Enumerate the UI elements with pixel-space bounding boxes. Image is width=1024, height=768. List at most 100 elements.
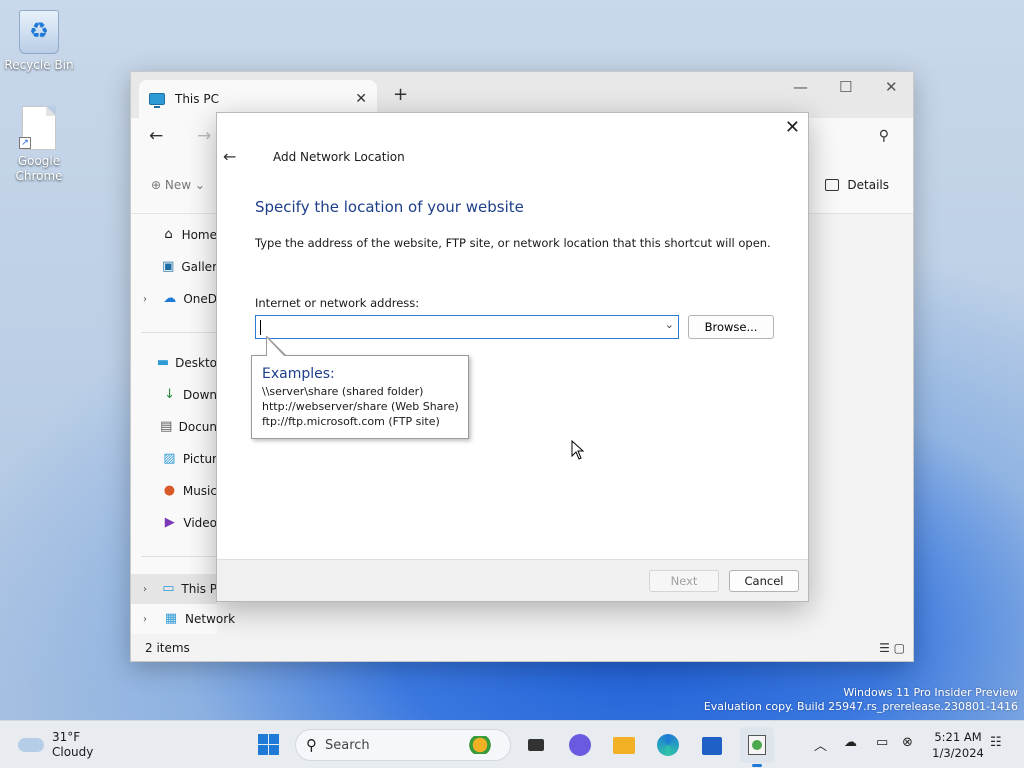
- cancel-button[interactable]: Cancel: [729, 570, 799, 592]
- tooltip-example-shared-folder: \\server\share (shared folder): [262, 385, 424, 398]
- sidebar-item-label: Home: [181, 228, 217, 242]
- active-app-indicator: [752, 764, 762, 767]
- video-icon: ▶: [164, 515, 175, 530]
- volume-muted-icon[interactable]: ⊗: [902, 735, 913, 750]
- chat-icon[interactable]: [568, 733, 592, 757]
- download-icon: ↓: [164, 387, 175, 402]
- search-icon: ⚲: [306, 736, 317, 754]
- desktop-icon: ▬: [156, 355, 170, 370]
- forward-button[interactable]: →: [197, 126, 211, 146]
- address-label: Internet or network address:: [255, 296, 420, 310]
- close-tab-icon[interactable]: ✕: [355, 91, 367, 107]
- next-button[interactable]: Next: [649, 570, 719, 592]
- display-icon[interactable]: ▭: [876, 735, 888, 750]
- sidebar-item-pictures[interactable]: ▨ Pictur: [131, 446, 217, 472]
- sidebar-divider: [141, 556, 217, 557]
- sidebar-item-label: Pictur: [182, 452, 217, 466]
- sidebar-item-videos[interactable]: ▶ Video: [131, 510, 217, 536]
- file-shortcut-icon: ↗: [19, 106, 56, 150]
- edge-icon[interactable]: [656, 733, 680, 757]
- sidebar-item-label: Video: [183, 516, 217, 530]
- chevron-down-icon[interactable]: ⌄: [665, 318, 674, 331]
- close-window-button[interactable]: ✕: [885, 78, 898, 96]
- taskbar-clock[interactable]: 5:21 AM 1/3/2024: [930, 729, 986, 761]
- store-icon[interactable]: [700, 733, 724, 757]
- chevron-right-icon[interactable]: ›: [143, 294, 156, 305]
- sidebar-item-label: Deskto: [175, 356, 217, 370]
- dialog-title: Add Network Location: [273, 150, 405, 164]
- add-network-location-dialog: ✕ ← Add Network Location Specify the loc…: [216, 112, 809, 602]
- sidebar-item-gallery[interactable]: ▣ Galler: [131, 254, 217, 280]
- tiles-view-icon[interactable]: ▢: [894, 641, 905, 655]
- pictures-icon: ▨: [163, 451, 176, 466]
- examples-tooltip: Examples: \\server\share (shared folder)…: [251, 336, 469, 439]
- chevron-right-icon[interactable]: ›: [143, 584, 155, 595]
- taskbar: 31°F Cloudy ⚲ Search ︿ ☁ ▭ ⊗ 5:21 AM 1/3…: [0, 720, 1024, 768]
- sidebar-divider: [141, 332, 217, 333]
- desktop-icon-label: Recycle Bin: [4, 58, 74, 72]
- document-icon: ▤: [160, 419, 173, 434]
- computer-icon: [149, 93, 165, 108]
- sidebar-item-label: Network: [185, 612, 236, 626]
- evaluation-watermark: Windows 11 Pro Insider Preview Evaluatio…: [704, 686, 1018, 714]
- minimize-button[interactable]: —: [793, 78, 808, 96]
- notifications-icon[interactable]: ☷: [990, 735, 1002, 750]
- sidebar-item-label: Music: [182, 484, 217, 498]
- search-icon[interactable]: ⚲: [879, 128, 889, 144]
- watermark-edition: Windows 11 Pro Insider Preview: [843, 686, 1018, 699]
- details-button[interactable]: Details: [825, 178, 889, 192]
- browse-button[interactable]: Browse...: [688, 315, 774, 339]
- weather-widget[interactable]: 31°F Cloudy: [18, 730, 93, 760]
- weather-temperature: 31°F: [52, 730, 81, 744]
- back-button[interactable]: ←: [149, 126, 163, 146]
- search-label: Search: [325, 737, 370, 753]
- dialog-back-button[interactable]: ←: [223, 147, 236, 166]
- clock-date: 1/3/2024: [932, 746, 984, 760]
- file-explorer-icon[interactable]: [612, 733, 636, 757]
- sidebar-item-documents[interactable]: ▤ Docun: [131, 414, 217, 440]
- cloud-icon: ☁: [163, 291, 177, 306]
- sidebar-item-network[interactable]: › ▦ Network: [131, 606, 251, 632]
- desktop-icon-label: Google Chrome: [15, 154, 63, 183]
- cloud-icon: [18, 738, 44, 752]
- desktop-icon-google-chrome[interactable]: ↗ Google Chrome: [3, 106, 75, 184]
- recycle-bin-icon: [19, 10, 59, 54]
- music-icon: ●: [163, 483, 176, 498]
- start-button[interactable]: [257, 733, 281, 757]
- dialog-description: Type the address of the website, FTP sit…: [255, 236, 771, 250]
- sidebar-item-downloads[interactable]: ↓ Down: [131, 382, 217, 408]
- navigation-pane: ⌂ Home ▣ Galler › ☁ OneD ▬ Deskto ↓ Down ▤ Docu…: [131, 214, 235, 634]
- tooltip-example-ftp-site: ftp://ftp.microsoft.com (FTP site): [262, 415, 440, 428]
- onedrive-offline-icon[interactable]: ☁: [844, 735, 857, 750]
- sidebar-item-onedrive[interactable]: › ☁ OneD: [131, 286, 217, 312]
- task-view-icon[interactable]: [524, 733, 548, 757]
- watermark-build: Evaluation copy. Build 25947.rs_prerelea…: [703, 700, 1018, 713]
- show-hidden-icons-icon[interactable]: ︿: [814, 735, 827, 754]
- home-icon: ⌂: [164, 227, 173, 242]
- network-icon: ▦: [164, 611, 178, 626]
- sidebar-item-music[interactable]: ● Music: [131, 478, 217, 504]
- details-view-icon[interactable]: ☰: [879, 641, 890, 655]
- sidebar-item-home[interactable]: ⌂ Home: [131, 222, 217, 248]
- sidebar-item-label: Galler: [181, 260, 217, 274]
- sidebar-item-label: Down: [182, 388, 217, 402]
- clock-time: 5:21 AM: [934, 730, 982, 744]
- new-button[interactable]: ⊕ New ⌄: [151, 178, 205, 192]
- sidebar-item-this-pc[interactable]: › ▭ This P: [131, 574, 217, 604]
- view-toggle[interactable]: ☰ ▢: [879, 641, 905, 655]
- status-item-count: 2 items: [145, 641, 190, 655]
- taskbar-search[interactable]: ⚲ Search: [295, 729, 511, 761]
- dialog-close-button[interactable]: ✕: [785, 117, 800, 138]
- sidebar-item-desktop[interactable]: ▬ Deskto: [131, 350, 217, 376]
- address-input[interactable]: ⌄: [255, 315, 679, 339]
- chevron-right-icon[interactable]: ›: [143, 614, 157, 625]
- sidebar-item-label: This P: [181, 582, 217, 596]
- desktop-icon-recycle-bin[interactable]: Recycle Bin: [3, 10, 75, 72]
- search-highlight-icon: [458, 736, 502, 754]
- new-tab-button[interactable]: +: [393, 84, 408, 105]
- tooltip-example-web-share: http://webserver/share (Web Share): [262, 400, 459, 413]
- dialog-footer: Next Cancel: [217, 559, 808, 601]
- details-label: Details: [847, 178, 889, 192]
- maximize-button[interactable]: ☐: [839, 78, 852, 96]
- network-location-app-icon[interactable]: [745, 733, 769, 757]
